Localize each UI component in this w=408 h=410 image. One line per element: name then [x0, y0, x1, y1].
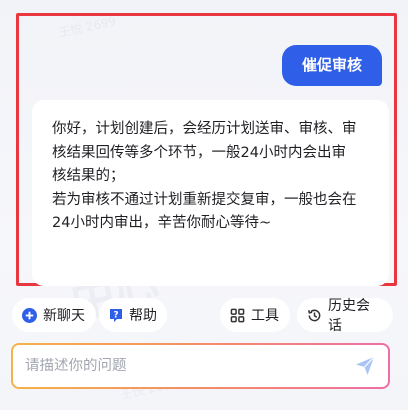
bot-message-line: 核结果的； — [52, 168, 125, 185]
chat-toolbar: 新聊天 ? 帮助 工具 历史会话 — [0, 298, 408, 334]
svg-text:?: ? — [113, 310, 118, 320]
help-icon: ? — [109, 308, 123, 323]
help-button[interactable]: ? 帮助 — [99, 298, 167, 332]
bot-message-line: 核结果回传等多个环节，一般24小时内会出审 — [52, 144, 346, 161]
bot-message-line: 24小时内审出，辛苦你耐心等待~ — [52, 215, 272, 232]
question-input-box — [11, 343, 390, 389]
history-icon — [307, 308, 322, 323]
bot-message-line: 你好，计划创建后，会经历计划送审、审核、审 — [52, 121, 357, 137]
history-button[interactable]: 历史会话 — [297, 298, 393, 334]
plus-circle-icon — [22, 307, 37, 323]
user-message-bubble: 催促审核 — [281, 45, 382, 86]
help-label: 帮助 — [129, 308, 157, 324]
grid-icon — [230, 308, 245, 323]
tools-button[interactable]: 工具 — [220, 298, 290, 332]
send-icon[interactable] — [354, 355, 376, 377]
chat-panel: 王悦 2699 王悦 2699 王悦 2699 王悦 2699 中心 催促审核 … — [0, 0, 408, 410]
tools-label: 工具 — [251, 308, 279, 324]
question-input[interactable] — [25, 358, 354, 374]
new-chat-button[interactable]: 新聊天 — [12, 298, 96, 332]
new-chat-label: 新聊天 — [43, 308, 85, 324]
history-label: 历史会话 — [328, 298, 370, 334]
bot-message-bubble: 你好，计划创建后，会经历计划送审、审核、审 核结果回传等多个环节，一般24小时内… — [32, 100, 389, 286]
chat-highlight-box: 催促审核 你好，计划创建后，会经历计划送审、审核、审 核结果回传等多个环节，一般… — [16, 13, 397, 286]
bot-message-line: 若为审核不通过计划重新提交复审，一般也会在 — [52, 191, 357, 208]
